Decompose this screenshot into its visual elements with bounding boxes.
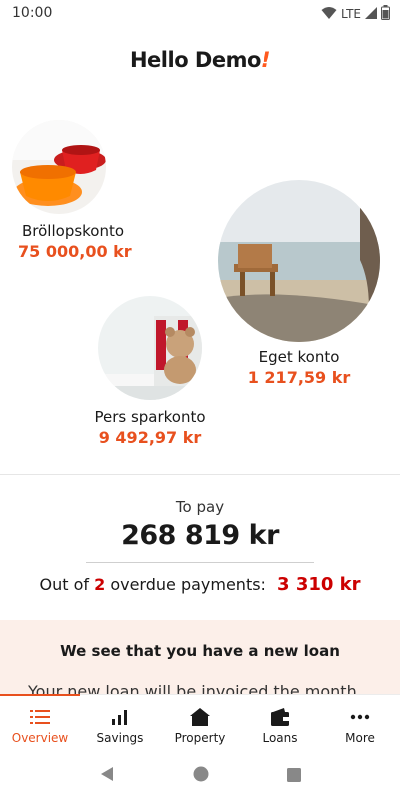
account-pers-sparkonto[interactable]: Pers sparkonto 9 492,97 kr <box>90 296 210 447</box>
wallet-icon <box>270 707 290 727</box>
to-pay-amount: 268 819 kr <box>121 520 279 551</box>
bottom-navigation: Overview Savings Property Loans More <box>0 694 400 752</box>
status-bar: 10:00 LTE <box>0 0 400 26</box>
section-divider <box>0 474 400 475</box>
nav-label: Property <box>174 731 226 745</box>
account-balance: 75 000,00 kr <box>18 242 132 261</box>
account-brollopskonto[interactable]: Bröllopskonto 75 000,00 kr <box>0 120 132 261</box>
loan-banner-title: We see that you have a new loan <box>60 642 340 660</box>
recents-icon[interactable] <box>287 767 301 786</box>
wifi-icon <box>321 6 337 23</box>
home-icon <box>190 707 210 727</box>
payments-divider <box>86 562 314 563</box>
battery-icon <box>381 5 390 23</box>
overdue-suffix: overdue payments: <box>110 575 266 594</box>
home-circle-icon[interactable] <box>193 766 209 786</box>
greeting-exclamation: ! <box>260 48 271 72</box>
nav-label: More <box>345 731 375 745</box>
overdue-prefix: Out of <box>39 575 89 594</box>
account-photo-beach <box>218 180 380 342</box>
account-name: Bröllopskonto <box>22 222 125 240</box>
status-icons: LTE <box>321 5 390 23</box>
nav-label: Overview <box>11 731 69 745</box>
back-icon[interactable] <box>99 766 115 786</box>
list-icon <box>30 707 50 727</box>
nav-label: Loans <box>262 731 298 745</box>
nav-loans[interactable]: Loans <box>240 695 320 753</box>
nav-overview[interactable]: Overview <box>0 695 80 753</box>
system-navigation-bar <box>0 752 400 800</box>
nav-label: Savings <box>96 731 144 745</box>
account-balance: 1 217,59 kr <box>247 368 351 387</box>
overdue-payments: Out of 2 overdue payments: 3 310 kr <box>0 574 400 595</box>
account-eget-konto[interactable]: Eget konto 1 217,59 kr <box>218 180 380 387</box>
nav-property[interactable]: Property <box>160 695 240 753</box>
page-title: Hello Demo! <box>0 48 400 72</box>
account-name: Pers sparkonto <box>94 408 206 426</box>
nav-more[interactable]: More <box>320 695 400 753</box>
bar-chart-icon <box>111 707 129 727</box>
overdue-amount: 3 310 kr <box>277 574 361 595</box>
more-icon <box>350 707 370 727</box>
status-time: 10:00 <box>12 5 53 21</box>
account-photo-cups <box>12 120 106 214</box>
account-name: Eget konto <box>258 348 340 366</box>
payments-summary[interactable]: To pay 268 819 kr Out of 2 overdue payme… <box>0 476 400 620</box>
account-balance: 9 492,97 kr <box>98 428 202 447</box>
new-loan-banner[interactable]: We see that you have a new loan Your new… <box>0 620 400 695</box>
network-type: LTE <box>341 7 361 21</box>
overdue-count: 2 <box>94 575 106 594</box>
account-photo-teddy <box>98 296 202 400</box>
active-tab-indicator <box>0 694 80 696</box>
signal-icon <box>365 6 377 23</box>
nav-savings[interactable]: Savings <box>80 695 160 753</box>
to-pay-label: To pay <box>175 498 225 516</box>
greeting-text: Hello Demo <box>129 48 261 72</box>
